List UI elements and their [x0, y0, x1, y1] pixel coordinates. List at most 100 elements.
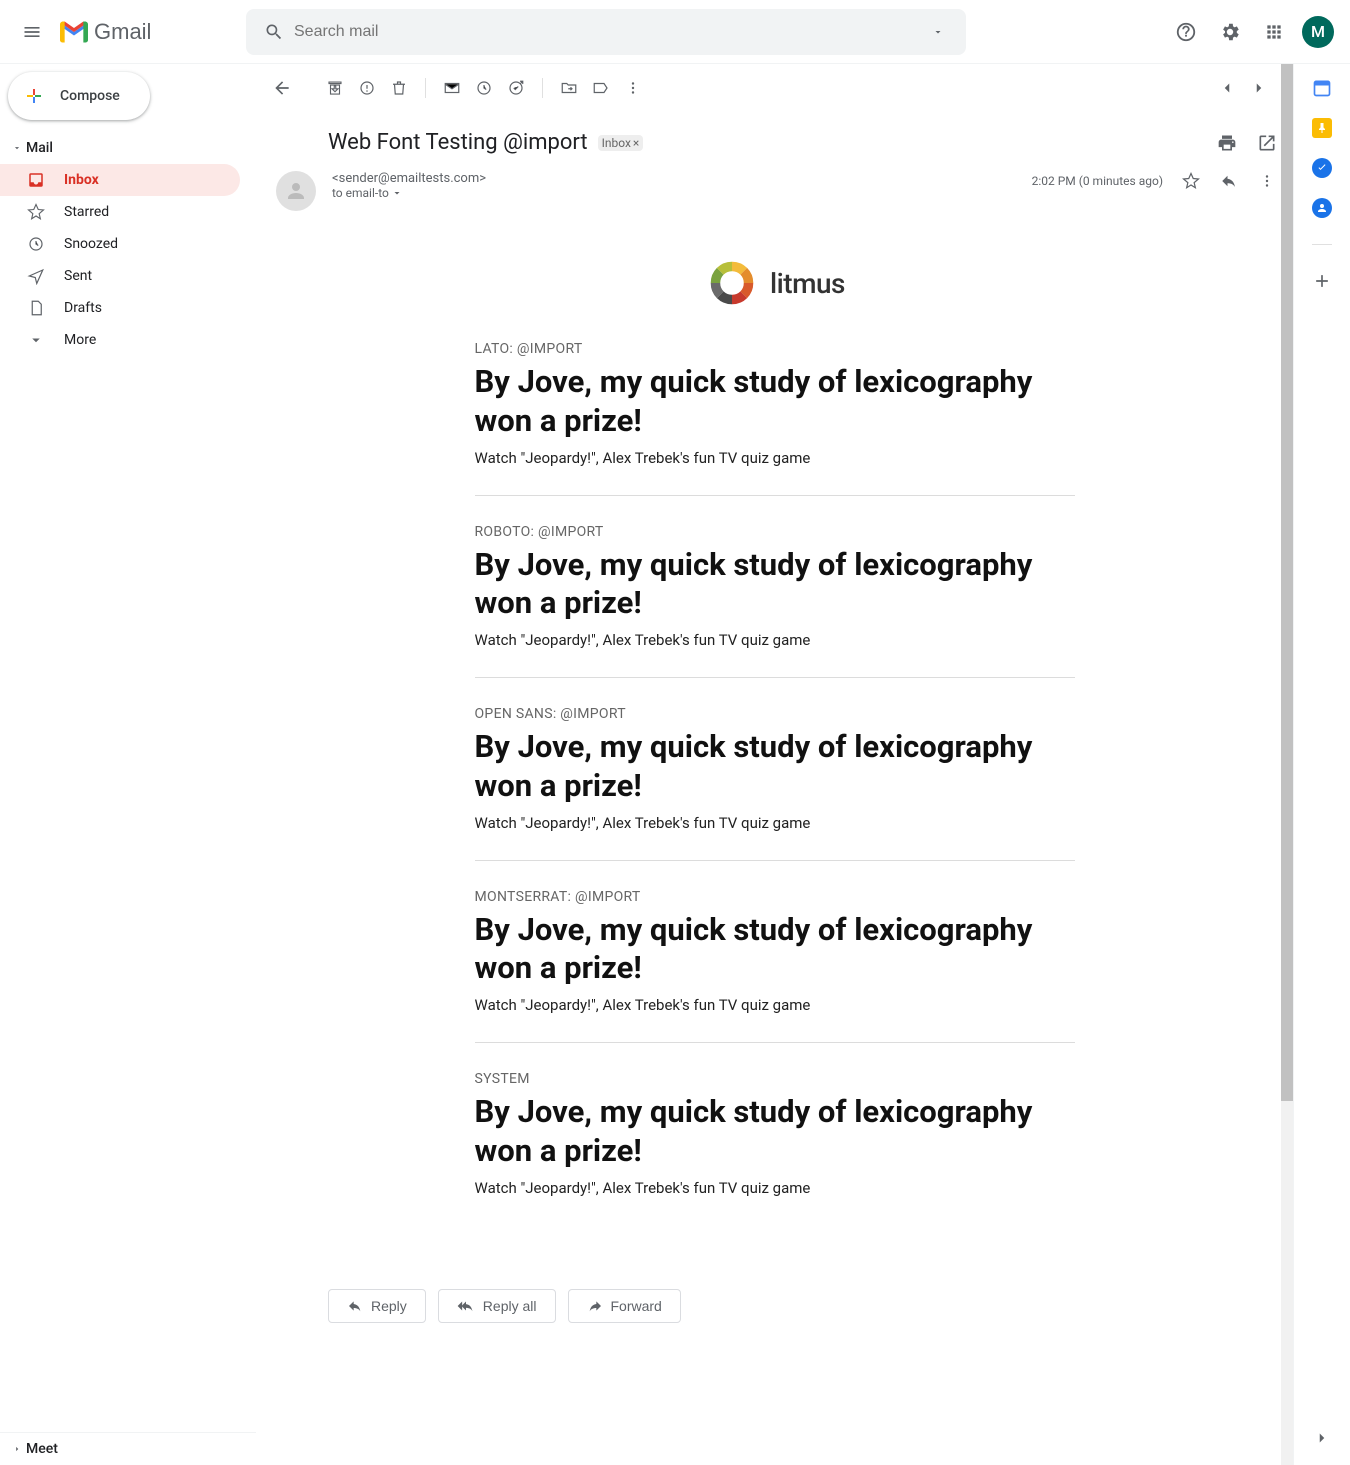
get-addons-button[interactable]	[1312, 271, 1332, 291]
compose-label: Compose	[60, 88, 120, 104]
reply-all-icon	[457, 1298, 475, 1314]
meet-section-toggle[interactable]: Meet	[0, 1433, 256, 1465]
scrollbar-track[interactable]	[1281, 64, 1293, 1465]
search-bar[interactable]	[246, 9, 966, 55]
message-timestamp: 2:02 PM (0 minutes ago)	[1032, 174, 1163, 188]
clock-icon	[26, 234, 46, 254]
sidebar-item-inbox[interactable]: Inbox	[0, 164, 240, 196]
font-sample-heading: By Jove, my quick study of lexicography …	[475, 363, 1075, 441]
settings-button[interactable]	[1210, 12, 1250, 52]
message-pane: Web Font Testing @import Inbox× <sender@…	[256, 64, 1294, 1465]
reply-all-action-button[interactable]: Reply all	[438, 1289, 556, 1323]
sidebar-item-label: Sent	[64, 268, 92, 284]
spam-button[interactable]	[357, 78, 377, 98]
send-icon	[26, 266, 46, 286]
message-toolbar	[256, 64, 1293, 112]
font-sample-block: LATO: @IMPORT By Jove, my quick study of …	[475, 341, 1075, 496]
labels-button[interactable]	[591, 78, 611, 98]
forward-icon	[587, 1298, 603, 1314]
reply-bar: Reply Reply all Forward	[256, 1281, 1293, 1339]
search-input[interactable]	[294, 23, 918, 41]
compose-button[interactable]: Compose	[8, 72, 150, 120]
chevron-down-icon	[26, 330, 46, 350]
move-button[interactable]	[559, 78, 579, 98]
calendar-addon[interactable]	[1312, 78, 1332, 98]
back-button[interactable]	[272, 78, 292, 98]
chevron-right-icon	[1313, 1429, 1331, 1447]
apps-button[interactable]	[1254, 12, 1294, 52]
sidebar-item-snoozed[interactable]: Snoozed	[0, 228, 240, 260]
side-panel	[1294, 64, 1350, 1465]
archive-button[interactable]	[325, 78, 345, 98]
inbox-label-chip[interactable]: Inbox×	[598, 135, 644, 151]
sender-address: <sender@emailtests.com>	[332, 171, 1016, 186]
support-button[interactable]	[1166, 12, 1206, 52]
close-icon[interactable]: ×	[633, 136, 639, 150]
print-button[interactable]	[1217, 133, 1237, 153]
mail-section-toggle[interactable]: Mail	[0, 132, 256, 164]
contacts-addon[interactable]	[1312, 198, 1332, 218]
sidebar-item-label: Starred	[64, 204, 109, 220]
more-button[interactable]	[623, 78, 643, 98]
scrollbar-thumb[interactable]	[1281, 64, 1293, 1101]
sidebar-item-more[interactable]: More	[0, 324, 240, 356]
font-sample-heading: By Jove, my quick study of lexicography …	[475, 911, 1075, 989]
forward-action-button[interactable]: Forward	[568, 1289, 681, 1323]
delete-button[interactable]	[389, 78, 409, 98]
search-button[interactable]	[254, 12, 294, 52]
font-sample-sub: Watch "Jeopardy!", Alex Trebek's fun TV …	[475, 814, 1075, 832]
mark-unread-button[interactable]	[442, 78, 462, 98]
sidebar-item-sent[interactable]: Sent	[0, 260, 240, 292]
font-sample-sub: Watch "Jeopardy!", Alex Trebek's fun TV …	[475, 449, 1075, 467]
mail-section-label: Mail	[26, 140, 53, 156]
plus-icon	[22, 84, 46, 108]
person-icon	[284, 179, 308, 203]
add-task-button[interactable]	[506, 78, 526, 98]
caret-right-icon	[12, 1444, 22, 1454]
app-header: Gmail M	[0, 0, 1350, 64]
message-subject: Web Font Testing @import	[328, 130, 588, 155]
reply-button[interactable]	[1219, 171, 1239, 191]
plus-icon	[1312, 271, 1332, 291]
tasks-addon[interactable]	[1312, 158, 1332, 178]
subject-bar: Web Font Testing @import Inbox×	[256, 112, 1293, 163]
search-options-button[interactable]	[918, 12, 958, 52]
sidebar-item-label: Drafts	[64, 300, 102, 316]
message-header: <sender@emailtests.com> to email-to 2:02…	[256, 163, 1293, 219]
sidebar-item-starred[interactable]: Starred	[0, 196, 240, 228]
sidebar-item-label: Snoozed	[64, 236, 118, 252]
calendar-icon	[1312, 78, 1332, 98]
prev-message-button[interactable]	[1217, 78, 1237, 98]
font-sample-block: SYSTEMBy Jove, my quick study of lexicog…	[475, 1071, 1075, 1225]
star-message-button[interactable]	[1181, 171, 1201, 191]
font-sample-heading: By Jove, my quick study of lexicography …	[475, 546, 1075, 624]
caret-down-icon	[391, 187, 403, 199]
font-sample-block: OPEN SANS: @IMPORTBy Jove, my quick stud…	[475, 706, 1075, 861]
next-message-button[interactable]	[1249, 78, 1269, 98]
open-new-window-button[interactable]	[1257, 133, 1277, 153]
main-menu-button[interactable]	[8, 8, 56, 56]
sender-avatar[interactable]	[276, 171, 316, 211]
sidebar-item-drafts[interactable]: Drafts	[0, 292, 240, 324]
font-sample-heading: By Jove, my quick study of lexicography …	[475, 728, 1075, 806]
file-icon	[26, 298, 46, 318]
recipient-summary[interactable]: to email-to	[332, 186, 1016, 200]
font-label: LATO: @IMPORT	[475, 341, 1075, 357]
help-icon	[1175, 21, 1197, 43]
font-label: MONTSERRAT: @IMPORT	[475, 889, 1075, 905]
reply-action-button[interactable]: Reply	[328, 1289, 426, 1323]
gmail-logo[interactable]: Gmail	[56, 19, 246, 45]
apps-grid-icon	[1264, 22, 1284, 42]
email-body: litmus LATO: @IMPORT By Jove, my quick st…	[256, 219, 1293, 1281]
keep-icon	[1316, 122, 1328, 134]
account-avatar[interactable]: M	[1302, 16, 1334, 48]
keep-addon[interactable]	[1312, 118, 1332, 138]
message-more-button[interactable]	[1257, 171, 1277, 191]
caret-down-icon	[12, 143, 22, 153]
caret-down-icon	[932, 26, 944, 38]
snooze-button[interactable]	[474, 78, 494, 98]
collapse-panel-button[interactable]	[1313, 1429, 1331, 1447]
font-label: SYSTEM	[475, 1071, 1075, 1087]
litmus-logo: litmus	[328, 235, 1221, 341]
meet-section-label: Meet	[26, 1441, 58, 1457]
